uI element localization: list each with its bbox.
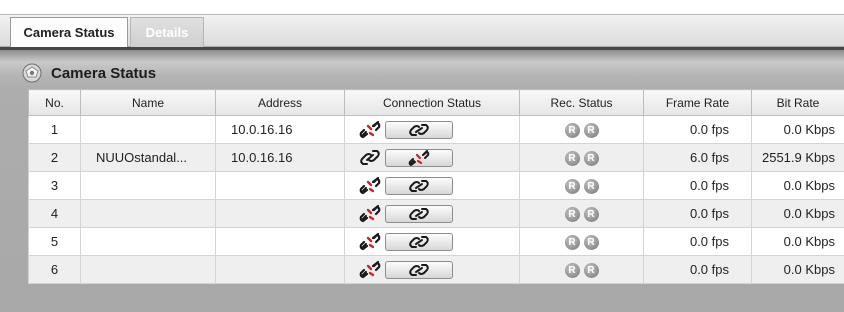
cell-no: 5 — [28, 227, 81, 256]
cell-address — [215, 227, 345, 256]
table-row[interactable]: 6 RR 0.0 fps 0.0 Kbps — [28, 255, 844, 284]
rec-indicator: R — [564, 178, 580, 194]
rec-indicator: R — [564, 234, 580, 250]
link-icon — [359, 149, 381, 165]
column-header-name[interactable]: Name — [80, 89, 216, 116]
cell-bit-rate: 0.0 Kbps — [751, 199, 844, 228]
cell-connection-status — [344, 115, 520, 144]
tab-camera-status[interactable]: Camera Status — [10, 17, 128, 47]
broken-link-icon — [359, 232, 381, 250]
cell-name: NUUOstandal... — [80, 143, 216, 172]
cell-bit-rate: 2551.9 Kbps — [751, 143, 844, 172]
cell-address — [215, 199, 345, 228]
cell-rec-status: RR — [519, 143, 644, 172]
cell-name — [80, 227, 216, 256]
cell-frame-rate: 0.0 fps — [643, 199, 752, 228]
table-row[interactable]: 5 RR 0.0 fps 0.0 Kbps — [28, 227, 844, 256]
cell-connection-status — [344, 171, 520, 200]
cell-no: 2 — [28, 143, 81, 172]
rec-indicator: R — [564, 150, 580, 166]
rec-indicator: R — [583, 234, 599, 250]
rec-indicator: R — [583, 178, 599, 194]
column-header-rec-status[interactable]: Rec. Status — [519, 89, 644, 116]
connect-button[interactable] — [385, 176, 453, 195]
rec-indicator: R — [564, 206, 580, 222]
rec-indicator: R — [564, 122, 580, 138]
cell-no: 1 — [28, 115, 81, 144]
tab-details[interactable]: Details — [130, 17, 204, 47]
connect-button[interactable] — [385, 232, 453, 251]
table-row[interactable]: 4 RR 0.0 fps 0.0 Kbps — [28, 199, 844, 228]
cell-connection-status — [344, 199, 520, 228]
cell-frame-rate: 0.0 fps — [643, 115, 752, 144]
camera-status-icon — [22, 63, 42, 83]
column-header-frame-rate[interactable]: Frame Rate — [643, 89, 752, 116]
cell-connection-status — [344, 143, 520, 172]
rec-indicator: R — [583, 262, 599, 278]
cell-address — [215, 255, 345, 284]
window-top-strip — [0, 0, 844, 14]
column-header-no[interactable]: No. — [28, 89, 81, 116]
cell-rec-status: RR — [519, 171, 644, 200]
cell-bit-rate: 0.0 Kbps — [751, 227, 844, 256]
rec-indicator: R — [564, 262, 580, 278]
cell-rec-status: RR — [519, 115, 644, 144]
connect-button[interactable] — [385, 260, 453, 279]
cell-rec-status: RR — [519, 227, 644, 256]
cell-address — [215, 171, 345, 200]
cell-no: 4 — [28, 199, 81, 228]
cell-name — [80, 171, 216, 200]
cell-rec-status: RR — [519, 199, 644, 228]
rec-indicator: R — [583, 122, 599, 138]
table-header-row: No. Name Address Connection Status Rec. … — [28, 89, 844, 116]
cell-bit-rate: 0.0 Kbps — [751, 115, 844, 144]
cell-frame-rate: 6.0 fps — [643, 143, 752, 172]
rec-indicator: R — [583, 206, 599, 222]
cell-address: 10.0.16.16 — [215, 115, 345, 144]
cell-connection-status — [344, 227, 520, 256]
broken-link-icon — [359, 176, 381, 194]
cell-frame-rate: 0.0 fps — [643, 255, 752, 284]
cell-bit-rate: 0.0 Kbps — [751, 255, 844, 284]
connect-button[interactable] — [385, 204, 453, 223]
cell-frame-rate: 0.0 fps — [643, 171, 752, 200]
cell-no: 3 — [28, 171, 81, 200]
cell-name — [80, 255, 216, 284]
broken-link-icon — [359, 260, 381, 278]
column-header-bit-rate[interactable]: Bit Rate — [751, 89, 844, 116]
column-header-connection-status[interactable]: Connection Status — [344, 89, 520, 116]
broken-link-icon — [359, 204, 381, 222]
cell-address: 10.0.16.16 — [215, 143, 345, 172]
camera-status-table: No. Name Address Connection Status Rec. … — [28, 89, 844, 284]
rec-indicator: R — [583, 150, 599, 166]
cell-connection-status — [344, 255, 520, 284]
table-row[interactable]: 2 NUUOstandal... 10.0.16.16 RR 6.0 fps 2… — [28, 143, 844, 172]
cell-frame-rate: 0.0 fps — [643, 227, 752, 256]
cell-rec-status: RR — [519, 255, 644, 284]
cell-no: 6 — [28, 255, 81, 284]
cell-name — [80, 199, 216, 228]
table-row[interactable]: 3 RR 0.0 fps 0.0 Kbps — [28, 171, 844, 200]
disconnect-button[interactable] — [385, 148, 453, 167]
cell-name — [80, 115, 216, 144]
cell-bit-rate: 0.0 Kbps — [751, 171, 844, 200]
table-row[interactable]: 1 10.0.16.16 RR 0.0 fps 0.0 Kbps — [28, 115, 844, 144]
connect-button[interactable] — [385, 120, 453, 139]
section-title: Camera Status — [51, 65, 157, 82]
broken-link-icon — [359, 120, 381, 138]
column-header-address[interactable]: Address — [215, 89, 345, 116]
